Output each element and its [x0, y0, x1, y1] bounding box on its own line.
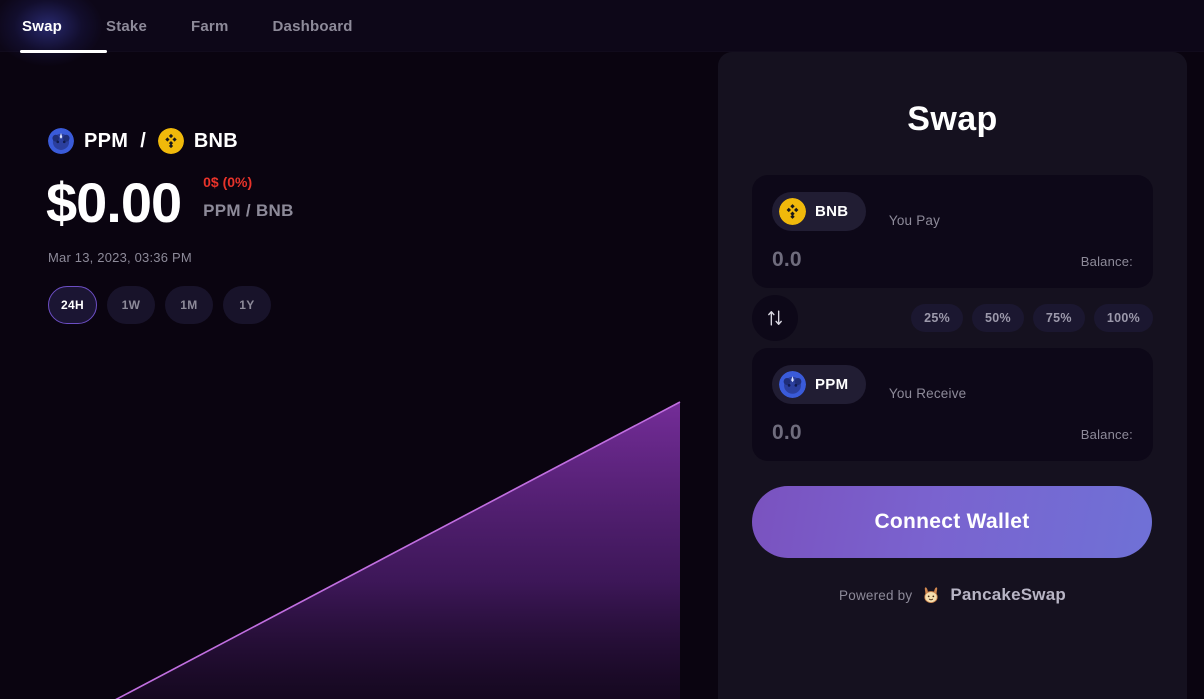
chart-svg — [60, 401, 681, 699]
percent-pill-75-label: 75% — [1045, 311, 1072, 325]
pay-balance-label: Balance: — [1080, 254, 1133, 269]
nav-tab-dashboard[interactable]: Dashboard — [251, 0, 375, 52]
active-tab-underline — [20, 50, 107, 53]
receive-side-label: You Receive — [888, 386, 967, 402]
pair-separator: / — [140, 129, 146, 152]
ppm-token-icon — [48, 128, 74, 154]
swap-card-title: Swap — [907, 100, 998, 138]
price-change-value: 0$ (0%) — [203, 174, 253, 190]
price-change-block: 0$ (0%) PPM / BNB — [203, 172, 294, 231]
pair-base-token-label: PPM — [84, 129, 129, 152]
receive-amount-input[interactable]: 0.0 — [772, 421, 802, 445]
percent-quick-select: 25% 50% 75% 100% — [911, 304, 1153, 332]
connect-wallet-label: Connect Wallet — [874, 510, 1030, 533]
pay-token-selector[interactable]: BNB — [772, 192, 867, 231]
pay-amount-input[interactable]: 0.0 — [772, 248, 802, 272]
pay-token-box: BNB You Pay 0.0 Balance: — [752, 175, 1153, 288]
bnb-token-icon — [157, 128, 184, 154]
nav-tab-swap-label: Swap — [22, 17, 62, 35]
receive-balance-label: Balance: — [1080, 427, 1133, 442]
nav-tab-swap[interactable]: Swap — [0, 0, 102, 66]
powered-by-text: Powered by — [839, 587, 913, 603]
pay-side-label: You Pay — [888, 213, 941, 229]
swap-card: Swap BNB You Pay 0.0 Balance: 25% 50% 75… — [718, 52, 1187, 699]
percent-pill-50[interactable]: 50% — [971, 304, 1024, 332]
nav-tab-dashboard-label: Dashboard — [272, 17, 353, 35]
ppm-token-icon — [779, 371, 806, 398]
swap-app: Swap Stake Farm Dashboard PPM / BNB $0.0… — [0, 0, 1204, 699]
pancakeswap-brand-label: PancakeSwap — [950, 585, 1066, 604]
percent-pill-100-label: 100% — [1106, 311, 1140, 325]
connect-wallet-button[interactable]: Connect Wallet — [752, 486, 1152, 558]
receive-token-ticker: PPM — [815, 376, 849, 393]
pay-amount-row: 0.0 Balance: — [772, 248, 1133, 272]
trading-pair-header: PPM / BNB — [48, 128, 238, 154]
price-chart-pane: PPM / BNB $0.00 0$ (0%) PPM / BNB Mar 13… — [0, 52, 700, 699]
swap-direction-button[interactable] — [752, 295, 798, 341]
current-price: $0.00 — [46, 171, 182, 234]
nav-tab-stake-label: Stake — [105, 17, 148, 35]
percent-pill-25[interactable]: 25% — [911, 304, 963, 332]
nav-tab-farm[interactable]: Farm — [169, 0, 250, 52]
swap-controls-row: 25% 50% 75% 100% — [752, 288, 1153, 348]
pair-quote-token-label: BNB — [193, 129, 239, 152]
nav-tab-farm-label: Farm — [191, 17, 229, 35]
swap-arrows-icon — [768, 310, 782, 326]
percent-pill-50-label: 50% — [984, 311, 1011, 325]
percent-pill-25-label: 25% — [924, 311, 950, 325]
price-area-chart[interactable] — [0, 302, 700, 699]
price-display-row: $0.00 0$ (0%) PPM / BNB — [46, 172, 294, 231]
top-navigation-bar: Swap Stake Farm Dashboard — [0, 0, 1204, 66]
price-pair-label: PPM / BNB — [203, 201, 294, 220]
receive-amount-row: 0.0 Balance: — [772, 421, 1133, 445]
bnb-token-icon — [779, 198, 806, 225]
nav-tabs: Swap Stake Farm Dashboard — [0, 0, 375, 66]
pancake-bunny-icon — [924, 587, 938, 603]
powered-by-footer: Powered by PancakeSwap — [752, 584, 1153, 606]
receive-token-selector[interactable]: PPM — [772, 365, 867, 404]
nav-tab-stake[interactable]: Stake — [84, 0, 169, 52]
price-timestamp: Mar 13, 2023, 03:36 PM — [48, 250, 192, 265]
percent-pill-100[interactable]: 100% — [1093, 304, 1153, 332]
receive-token-box: PPM You Receive 0.0 Balance: — [752, 348, 1153, 461]
pay-token-ticker: BNB — [815, 203, 849, 220]
percent-pill-75[interactable]: 75% — [1032, 304, 1085, 332]
